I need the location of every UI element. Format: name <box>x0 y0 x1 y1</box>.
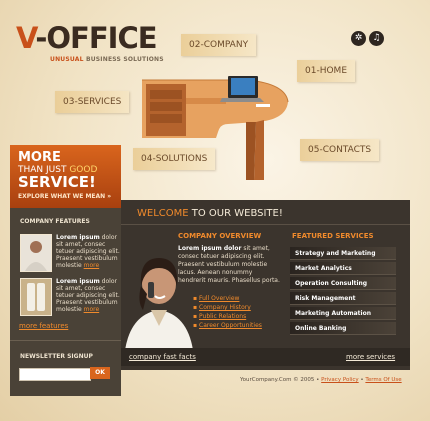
service-operation-consulting[interactable]: Operation Consulting <box>290 277 396 290</box>
feature-text-2: Lorem ipsum dolor sit amet, consec tetue… <box>56 278 121 313</box>
office-desk-image <box>142 76 289 180</box>
feature-image-person <box>20 234 52 272</box>
welcome-heading: WELCOME TO OUR WEBSITE! <box>137 208 283 219</box>
music-icon[interactable]: ♫ <box>369 31 384 46</box>
welcome-heading-a: WELCOME <box>137 208 192 219</box>
link-full-overview[interactable]: Full Overview <box>193 295 239 302</box>
nav-home[interactable]: 01-HOME <box>297 60 356 82</box>
service-strategy-marketing[interactable]: Strategy and Marketing <box>290 247 396 260</box>
feature-image-phones <box>20 278 52 316</box>
services-heading: FEATURED SERVICES <box>292 232 374 240</box>
welcome-heading-b: TO OUR WEBSITE! <box>191 208 283 219</box>
feature-text-1: Lorem ipsum dolor sit amet, consec tetue… <box>56 234 121 269</box>
overview-bold: Lorem ipsum dolor <box>178 245 242 252</box>
feature-title-1: Lorem ipsum <box>56 234 100 241</box>
logo-text: -OFFICE <box>35 21 157 55</box>
service-market-analytics[interactable]: Market Analytics <box>290 262 396 275</box>
share-icon[interactable]: ✲ <box>351 31 366 46</box>
overview-text: Lorem ipsum dolor sit amet, consec tetue… <box>178 245 280 285</box>
more-services-link[interactable]: more services <box>346 353 395 361</box>
feature-more-link-2[interactable]: more <box>84 306 100 313</box>
terms-of-use-link[interactable]: Terms Of Use <box>365 377 401 383</box>
overview-heading: COMPANY OVERVIEW <box>178 232 262 240</box>
newsletter-heading: NEWSLETTER SIGNUP <box>20 353 93 360</box>
service-online-banking[interactable]: Online Banking <box>290 322 396 335</box>
features-heading: COMPANY FEATURES <box>20 218 90 225</box>
main-divider <box>121 224 410 225</box>
promo-line-1: MORE <box>18 150 61 165</box>
tagline-highlight: UNUSUAL <box>50 56 84 63</box>
promo-banner[interactable]: MORE THAN JUST GOOD SERVICE! EXPLORE WHA… <box>10 145 121 208</box>
link-public-relations[interactable]: Public Relations <box>193 313 246 320</box>
page: V-OFFICE UNUSUAL BUSINESS SOLUTIONS ✲ ♫ … <box>0 0 430 421</box>
feature-more-link-1[interactable]: more <box>84 262 100 269</box>
sidebar-divider <box>10 340 121 341</box>
footer-copyright: YourCompany.Com © 2005 • <box>240 377 322 383</box>
link-career-opportunities[interactable]: Career Opportunities <box>193 322 262 329</box>
nav-services[interactable]: 03-SERVICES <box>55 91 130 113</box>
site-logo[interactable]: V-OFFICE <box>16 21 158 55</box>
promo-line-3: SERVICE! <box>18 173 96 191</box>
newsletter-ok-button[interactable]: OK <box>90 367 110 379</box>
promo-cta-link[interactable]: EXPLORE WHAT WE MEAN » <box>18 194 111 200</box>
logo-letter: V <box>16 21 36 55</box>
fast-facts-link[interactable]: company fast facts <box>129 353 196 361</box>
feature-title-2: Lorem ipsum <box>56 278 100 285</box>
service-risk-management[interactable]: Risk Management <box>290 292 396 305</box>
newsletter-email-input[interactable] <box>19 368 91 381</box>
nav-contacts[interactable]: 05-CONTACTS <box>300 139 380 161</box>
nav-company[interactable]: 02-COMPANY <box>181 34 257 56</box>
more-features-link[interactable]: more features <box>19 322 68 330</box>
link-company-history[interactable]: Company History <box>193 304 251 311</box>
privacy-policy-link[interactable]: Privacy Policy <box>321 377 358 383</box>
service-marketing-automation[interactable]: Marketing Automation <box>290 307 396 320</box>
footer: YourCompany.Com © 2005 • Privacy Policy … <box>240 377 402 383</box>
